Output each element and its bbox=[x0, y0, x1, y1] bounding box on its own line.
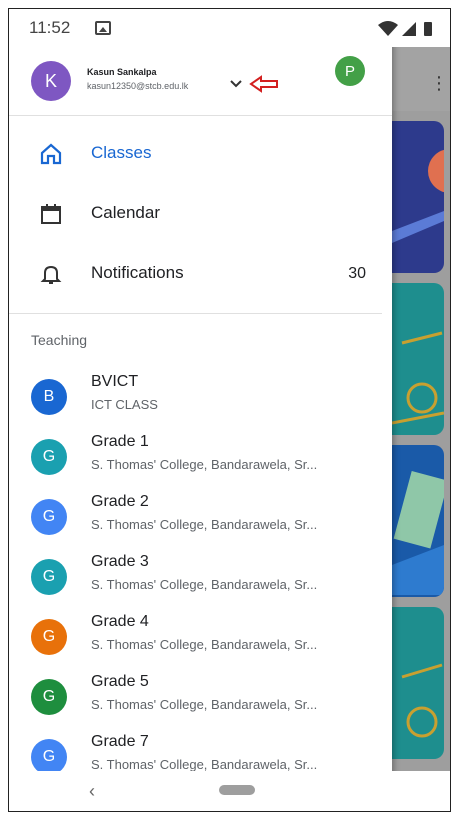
class-card-3[interactable] bbox=[392, 445, 444, 597]
account-avatar[interactable]: K bbox=[31, 61, 71, 101]
class-card-1[interactable] bbox=[392, 121, 444, 273]
nav-item-calendar[interactable]: Calendar bbox=[9, 185, 392, 243]
class-avatar: G bbox=[31, 499, 67, 535]
account-email: kasun12350@stcb.edu.lk bbox=[87, 81, 189, 91]
nav-item-notifications[interactable]: Notifications 30 bbox=[9, 245, 392, 303]
more-options-icon[interactable]: ⋮ bbox=[430, 73, 448, 94]
battery-icon bbox=[424, 22, 432, 36]
class-title: Grade 4 bbox=[91, 613, 149, 630]
nav-item-classes[interactable]: Classes bbox=[9, 125, 392, 183]
class-title: Grade 3 bbox=[91, 553, 149, 570]
status-icons bbox=[378, 21, 432, 36]
chevron-down-icon[interactable] bbox=[229, 79, 243, 89]
account-name: Kasun Sankalpa bbox=[87, 67, 157, 77]
section-header-teaching: Teaching bbox=[31, 332, 88, 348]
class-item-grade-1[interactable]: G Grade 1 S. Thomas' College, Bandarawel… bbox=[9, 427, 392, 487]
class-title: Grade 7 bbox=[91, 733, 149, 750]
class-item-grade-5[interactable]: G Grade 5 S. Thomas' College, Bandarawel… bbox=[9, 667, 392, 727]
back-icon[interactable]: ‹ bbox=[89, 781, 95, 802]
class-avatar: G bbox=[31, 439, 67, 475]
class-subtitle: S. Thomas' College, Bandarawela, Sr... bbox=[91, 577, 318, 592]
class-card-4[interactable] bbox=[392, 607, 444, 759]
class-item-grade-2[interactable]: G Grade 2 S. Thomas' College, Bandarawel… bbox=[9, 487, 392, 547]
class-item-grade-3[interactable]: G Grade 3 S. Thomas' College, Bandarawel… bbox=[9, 547, 392, 607]
class-avatar: G bbox=[31, 679, 67, 715]
home-pill-button[interactable] bbox=[219, 785, 255, 795]
class-title: Grade 2 bbox=[91, 493, 149, 510]
class-avatar: B bbox=[31, 379, 67, 415]
bell-icon bbox=[40, 265, 62, 284]
system-navigation-bar: ‹ bbox=[9, 771, 450, 811]
account-header[interactable]: K Kasun Sankalpa kasun12350@stcb.edu.lk … bbox=[9, 47, 392, 116]
class-avatar: G bbox=[31, 739, 67, 775]
red-arrow-annotation-icon bbox=[249, 75, 278, 93]
notifications-count: 30 bbox=[348, 265, 366, 282]
no-signal-icon bbox=[402, 22, 416, 36]
class-item-bvict[interactable]: B BVICT ICT CLASS bbox=[9, 367, 392, 427]
divider bbox=[9, 313, 382, 314]
drawer-scrim[interactable]: ⋮ bbox=[392, 9, 450, 811]
class-item-grade-4[interactable]: G Grade 4 S. Thomas' College, Bandarawel… bbox=[9, 607, 392, 667]
class-title: BVICT bbox=[91, 373, 139, 390]
class-avatar: G bbox=[31, 559, 67, 595]
class-card-2[interactable] bbox=[392, 283, 444, 435]
navigation-drawer: K Kasun Sankalpa kasun12350@stcb.edu.lk … bbox=[9, 9, 392, 811]
nav-label-classes: Classes bbox=[91, 143, 152, 162]
image-notification-icon bbox=[95, 21, 111, 35]
secondary-account-avatar[interactable]: P bbox=[335, 56, 365, 86]
nav-label-notifications: Notifications bbox=[91, 263, 184, 282]
status-time: 11:52 bbox=[29, 18, 71, 37]
nav-label-calendar: Calendar bbox=[91, 203, 160, 222]
home-icon bbox=[40, 143, 62, 165]
class-avatar: G bbox=[31, 619, 67, 655]
status-bar: 11:52 bbox=[9, 9, 450, 47]
class-subtitle: S. Thomas' College, Bandarawela, Sr... bbox=[91, 637, 318, 652]
class-subtitle: S. Thomas' College, Bandarawela, Sr... bbox=[91, 457, 318, 472]
class-subtitle: ICT CLASS bbox=[91, 397, 158, 412]
class-title: Grade 5 bbox=[91, 673, 149, 690]
class-subtitle: S. Thomas' College, Bandarawela, Sr... bbox=[91, 697, 318, 712]
phone-screen: ⋮ 11:52 K Kasun Sankalpa kasun12350@stcb… bbox=[8, 8, 451, 812]
calendar-icon bbox=[41, 204, 61, 224]
wifi-icon bbox=[378, 21, 398, 36]
class-subtitle: S. Thomas' College, Bandarawela, Sr... bbox=[91, 757, 318, 772]
class-title: Grade 1 bbox=[91, 433, 149, 450]
class-subtitle: S. Thomas' College, Bandarawela, Sr... bbox=[91, 517, 318, 532]
